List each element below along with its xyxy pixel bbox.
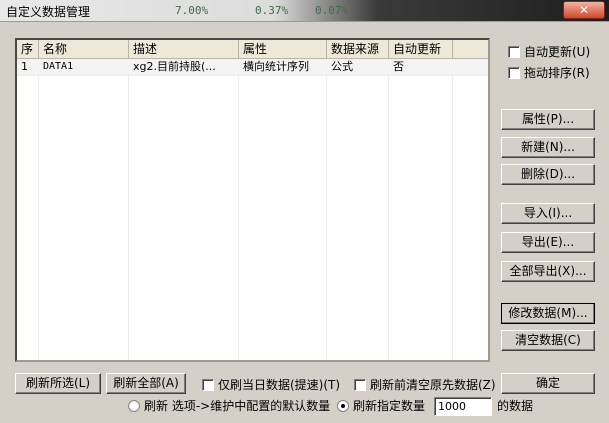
column-header-auto-update[interactable]: 自动更新 — [389, 40, 453, 59]
cell-description: xg2.目前持股(... — [133, 60, 216, 73]
export-all-button[interactable]: 全部导出(X)... — [501, 261, 595, 282]
clear-before-refresh-label: 刷新前清空原先数据(Z) — [370, 378, 496, 392]
cell-source: 公式 — [331, 60, 353, 73]
modify-data-button[interactable]: 修改数据(M)... — [501, 303, 595, 324]
column-divider — [452, 59, 453, 360]
column-header-name[interactable]: 名称 — [39, 40, 129, 59]
column-header-property[interactable]: 属性 — [239, 40, 327, 59]
background-ghost-text-1: 7.00% — [175, 4, 209, 17]
default-count-radio[interactable] — [128, 400, 140, 412]
auto-update-label: 自动更新(U) — [524, 45, 591, 59]
ok-button[interactable]: 确定 — [501, 373, 595, 394]
import-button[interactable]: 导入(I)... — [501, 203, 595, 224]
auto-update-checkbox[interactable] — [508, 46, 520, 58]
count-suffix-label: 的数据 — [497, 399, 534, 413]
column-header-index[interactable]: 序 — [17, 40, 39, 59]
background-ghost-text-2: 0.37% — [255, 4, 289, 17]
cell-index: 1 — [21, 60, 28, 73]
column-divider — [326, 59, 327, 360]
data-list[interactable]: 序 名称 描述 属性 数据来源 自动更新 1 DATA1 xg2.目前持股(..… — [15, 38, 490, 362]
cell-auto-update: 否 — [393, 60, 404, 73]
column-divider — [38, 59, 39, 360]
export-button[interactable]: 导出(E)... — [501, 232, 595, 253]
column-divider — [388, 59, 389, 360]
column-divider — [238, 59, 239, 360]
today-only-label: 仅刷当日数据(提速)(T) — [218, 378, 341, 392]
drag-sort-label: 拖动排序(R) — [524, 66, 590, 80]
properties-button[interactable]: 属性(P)... — [501, 109, 595, 130]
column-header-description[interactable]: 描述 — [129, 40, 239, 59]
delete-button[interactable]: 删除(D)... — [501, 164, 595, 185]
window-title: 自定义数据管理 — [6, 5, 91, 19]
refresh-all-button[interactable]: 刷新全部(A) — [106, 373, 186, 394]
specified-count-label: 刷新指定数量 — [353, 399, 426, 413]
close-button[interactable]: ✕ — [563, 1, 605, 19]
specified-count-radio[interactable] — [337, 400, 349, 412]
table-row[interactable]: 1 DATA1 xg2.目前持股(... 横向统计序列 公式 否 — [17, 59, 488, 76]
cell-name: DATA1 — [43, 61, 74, 72]
clear-data-button[interactable]: 清空数据(C) — [501, 330, 595, 351]
today-only-checkbox[interactable] — [202, 379, 214, 391]
background-ghost-text-3: 0.07% — [315, 4, 349, 17]
cell-property: 横向统计序列 — [243, 60, 309, 73]
drag-sort-checkbox[interactable] — [508, 67, 520, 79]
column-divider — [128, 59, 129, 360]
default-count-label: 刷新 选项->维护中配置的默认数量 — [144, 399, 331, 413]
close-icon: ✕ — [578, 3, 590, 17]
clear-before-refresh-checkbox[interactable] — [354, 379, 366, 391]
list-header: 序 名称 描述 属性 数据来源 自动更新 — [17, 40, 488, 59]
refresh-selected-button[interactable]: 刷新所选(L) — [15, 373, 101, 394]
count-input[interactable]: 1000 — [434, 397, 492, 416]
column-header-source[interactable]: 数据来源 — [327, 40, 389, 59]
title-bar: 自定义数据管理 7.00% 0.37% 0.07% ✕ — [0, 0, 609, 22]
new-button[interactable]: 新建(N)... — [501, 137, 595, 158]
